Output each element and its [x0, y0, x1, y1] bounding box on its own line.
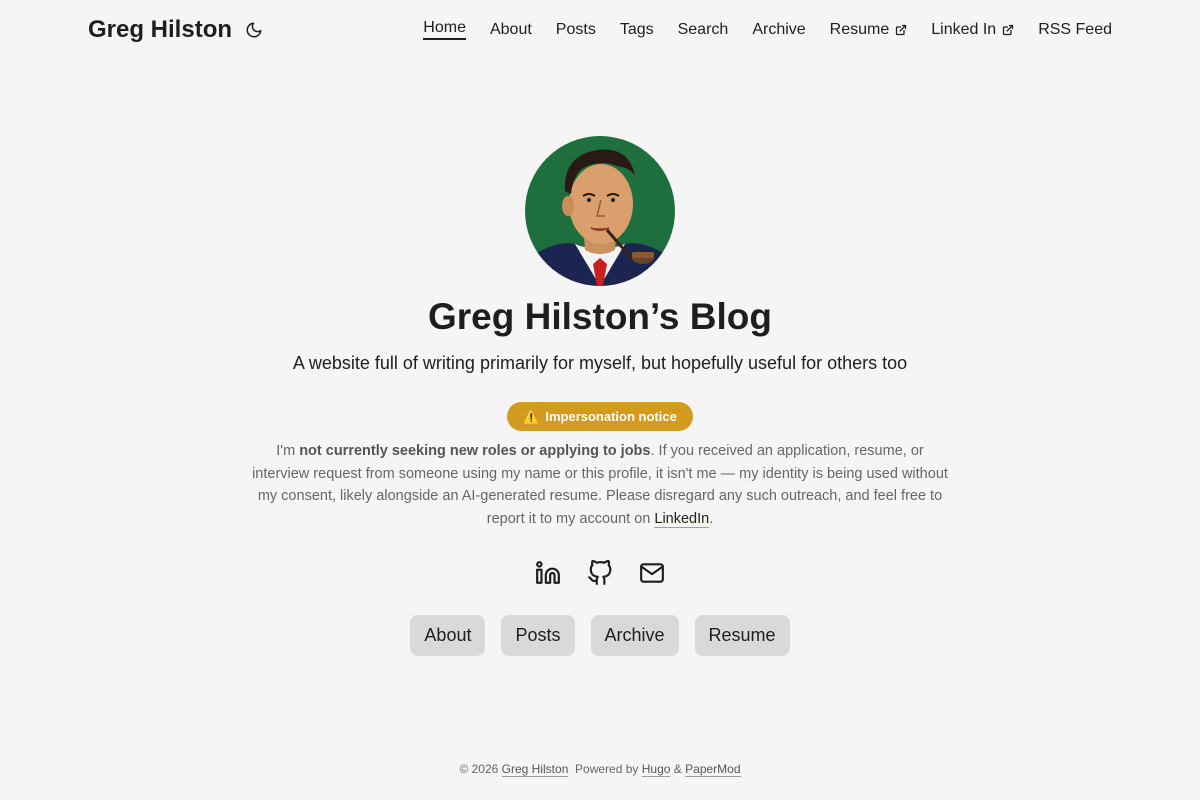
posts-button[interactable]: Posts — [501, 615, 575, 656]
notice-suffix: . — [709, 510, 714, 527]
nav-link-archive[interactable]: Archive — [752, 21, 805, 39]
footer-hugo-link[interactable]: Hugo — [641, 762, 671, 777]
footer-ampersand: & — [673, 762, 682, 776]
nav-item-search: Search — [678, 19, 729, 40]
email-icon[interactable] — [639, 560, 665, 586]
site-title-link[interactable]: Greg Hilston — [88, 16, 232, 44]
resume-button[interactable]: Resume — [694, 615, 790, 656]
site-logo: Greg Hilston — [88, 16, 264, 44]
nav-link-linkedin[interactable]: Linked In — [931, 21, 996, 39]
page-subtitle: A website full of writing primarily for … — [292, 353, 908, 373]
nav-item-archive: Archive — [752, 19, 805, 40]
linkedin-link[interactable]: LinkedIn — [654, 510, 710, 528]
external-link-icon — [895, 24, 907, 36]
footer-powered-by: Powered by — [575, 762, 639, 776]
nav-item-tags: Tags — [620, 19, 654, 40]
nav-link-tags[interactable]: Tags — [620, 21, 654, 39]
nav-link-posts[interactable]: Posts — [556, 21, 596, 39]
footer-author-link[interactable]: Greg Hilston — [501, 762, 569, 777]
avatar — [525, 136, 675, 286]
nav-item-about: About — [490, 19, 532, 40]
nav-item-linkedin: Linked In — [931, 19, 1014, 40]
github-icon[interactable] — [587, 560, 613, 586]
quick-links: About Posts Archive Resume — [0, 615, 1200, 656]
impersonation-notice-badge: ⚠️ Impersonation notice — [507, 402, 693, 431]
nav-item-resume: Resume — [830, 19, 908, 40]
nav-item-home: Home — [423, 19, 466, 40]
nav-link-resume[interactable]: Resume — [830, 21, 890, 39]
nav-item-rss: RSS Feed — [1038, 19, 1112, 40]
nav-link-about[interactable]: About — [490, 21, 532, 39]
footer-papermod-link[interactable]: PaperMod — [685, 762, 741, 777]
archive-button[interactable]: Archive — [590, 615, 679, 656]
impersonation-notice-text: I'm not currently seeking new roles or a… — [250, 440, 950, 530]
nav-link-rss[interactable]: RSS Feed — [1038, 21, 1112, 39]
footer-copyright: © 2026 — [459, 762, 499, 776]
linkedin-icon[interactable] — [535, 560, 561, 586]
nav-link-home[interactable]: Home — [423, 19, 466, 40]
main-nav: Home About Posts Tags Search Archive Res… — [423, 19, 1112, 40]
notice-badge-label: Impersonation notice — [545, 409, 677, 424]
external-link-icon — [1002, 24, 1014, 36]
site-footer: © 2026 Greg Hilston Powered by Hugo & Pa… — [0, 762, 1200, 777]
notice-bold-text: not currently seeking new roles or apply… — [299, 443, 651, 459]
nav-link-search[interactable]: Search — [678, 21, 729, 39]
notice-prefix: I'm — [276, 443, 300, 459]
site-header: Greg Hilston Home About Posts Tags Searc… — [0, 0, 1200, 60]
page-title: Greg Hilston’s Blog — [428, 296, 772, 337]
social-icons — [0, 560, 1200, 586]
warning-icon: ⚠️ — [523, 408, 540, 424]
nav-item-posts: Posts — [556, 19, 596, 40]
moon-icon[interactable] — [244, 20, 264, 40]
about-button[interactable]: About — [410, 615, 486, 656]
